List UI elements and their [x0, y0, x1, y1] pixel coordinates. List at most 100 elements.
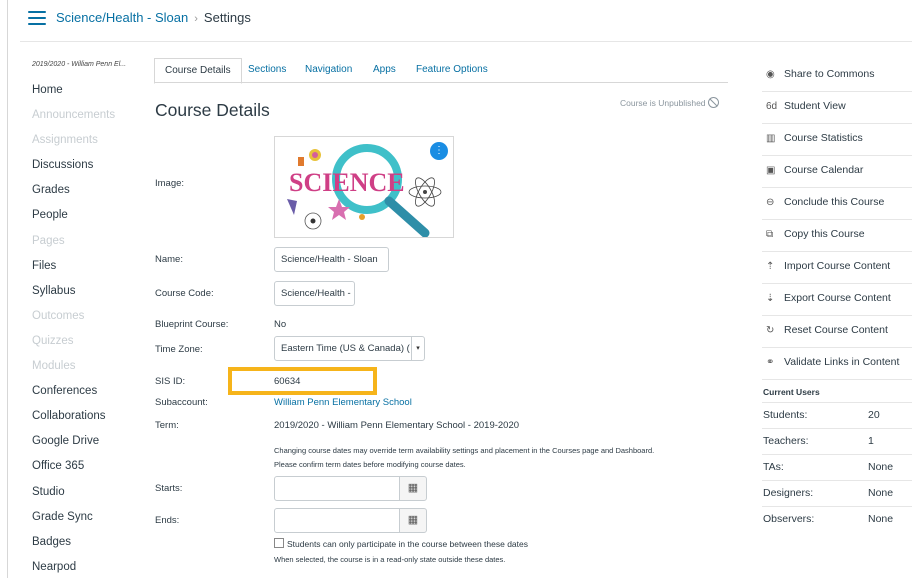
nav-item-discussions[interactable]: Discussions: [32, 158, 142, 183]
current-users-row: Students: 20: [762, 402, 912, 428]
course-code-label: Course Code:: [155, 288, 214, 299]
term-note-line-1: Changing course dates may override term …: [274, 446, 655, 455]
nav-item-pages[interactable]: Pages: [32, 234, 142, 259]
user-count: None: [868, 487, 894, 499]
nav-item-syllabus[interactable]: Syllabus: [32, 284, 142, 309]
restrict-dates-option[interactable]: Students can only participate in the cou…: [274, 537, 528, 551]
time-zone-select[interactable]: Eastern Time (US & Canada) ( ▾: [274, 336, 425, 361]
blueprint-label: Blueprint Course:: [155, 319, 229, 330]
image-text: SCIENCE: [289, 168, 405, 197]
breadcrumb: Science/Health - Sloan › Settings: [56, 10, 251, 25]
share-to-commons-button[interactable]: ◉ Share to Commons: [762, 60, 912, 92]
export-course-content-icon: ⇣: [766, 293, 775, 304]
tab-sections[interactable]: Sections: [248, 58, 286, 82]
image-label: Image:: [155, 178, 185, 189]
user-role: Students:: [763, 409, 808, 421]
nav-item-outcomes[interactable]: Outcomes: [32, 309, 142, 334]
science-illustration-icon: SCIENCE: [287, 144, 442, 237]
validate-links-in-content-button[interactable]: ⚭ Validate Links in Content: [762, 348, 912, 380]
hamburger-menu-icon[interactable]: [28, 11, 46, 25]
copy-this-course-button[interactable]: ⧉ Copy this Course: [762, 220, 912, 252]
name-input[interactable]: Science/Health - Sloan: [274, 247, 389, 272]
current-users-table: Students: 20 Teachers: 1 TAs: None Designers: N…: [762, 402, 912, 532]
reset-course-content-icon: ↻: [766, 325, 775, 336]
nav-item-people[interactable]: People: [32, 208, 142, 233]
user-count: None: [868, 461, 894, 473]
tab-apps[interactable]: Apps: [373, 58, 396, 82]
subaccount-link[interactable]: William Penn Elementary School: [274, 397, 412, 408]
course-navigation: Home Announcements Assignments Discussions G…: [32, 83, 142, 585]
reset-course-content-button[interactable]: ↻ Reset Course Content: [762, 316, 912, 348]
chevron-down-icon: ▾: [411, 337, 424, 360]
conclude-this-course-button[interactable]: ⊖ Conclude this Course: [762, 188, 912, 220]
page-title: Course Details: [155, 100, 270, 120]
current-users-row: Observers: None: [762, 506, 912, 532]
term-note-line-2: Please confirm term dates before modifyi…: [274, 460, 466, 469]
user-role: Teachers:: [763, 435, 809, 447]
nav-item-quizzes[interactable]: Quizzes: [32, 334, 142, 359]
sidebar-button-label: Course Calendar: [784, 164, 864, 176]
start-date-input[interactable]: [274, 476, 400, 501]
nav-item-announcements[interactable]: Announcements: [32, 108, 142, 133]
nav-item-conferences[interactable]: Conferences: [32, 384, 142, 409]
current-users-row: TAs: None: [762, 454, 912, 480]
blueprint-value: No: [274, 319, 287, 330]
nav-item-home[interactable]: Home: [32, 83, 142, 108]
tabs-divider: [154, 82, 728, 83]
breadcrumb-separator-icon: ›: [194, 13, 198, 25]
end-calendar-icon[interactable]: ▦: [399, 508, 427, 533]
image-menu-button[interactable]: ⋮: [430, 142, 448, 160]
tab-navigation[interactable]: Navigation: [305, 58, 352, 82]
breadcrumb-course-link[interactable]: Science/Health - Sloan: [56, 10, 188, 25]
course-actions-sidebar: ◉ Share to Commons 6d Student View ▥ Course S…: [762, 60, 912, 380]
user-count: 1: [868, 435, 874, 447]
sidebar-button-label: Import Course Content: [784, 260, 891, 272]
name-label: Name:: [155, 254, 183, 265]
course-calendar-button[interactable]: ▣ Course Calendar: [762, 156, 912, 188]
course-calendar-icon: ▣: [766, 165, 776, 176]
tab-feature-options[interactable]: Feature Options: [416, 58, 488, 82]
starts-label: Starts:: [155, 483, 183, 494]
header-divider: [20, 41, 912, 42]
term-label: Term:: [155, 420, 179, 431]
user-role: Observers:: [763, 513, 815, 525]
left-edge-divider: [7, 0, 8, 578]
course-statistics-icon: ▥: [766, 133, 776, 144]
subaccount-label: Subaccount:: [155, 397, 208, 408]
end-date-input[interactable]: [274, 508, 400, 533]
course-code-input[interactable]: Science/Health -: [274, 281, 355, 306]
term-note: Changing course dates may override term …: [274, 444, 744, 472]
term-value: 2019/2020 - William Penn Elementary Scho…: [274, 420, 520, 431]
nav-item-files[interactable]: Files: [32, 259, 142, 284]
sidebar-button-label: Share to Commons: [784, 68, 875, 80]
nav-item-badges[interactable]: Badges: [32, 535, 142, 560]
export-course-content-button[interactable]: ⇣ Export Course Content: [762, 284, 912, 316]
course-image[interactable]: SCIENCE: [274, 136, 454, 238]
nav-item-collaborations[interactable]: Collaborations: [32, 409, 142, 434]
copy-this-course-icon: ⧉: [766, 229, 774, 240]
nav-item-nearpod[interactable]: Nearpod: [32, 560, 142, 585]
course-statistics-button[interactable]: ▥ Course Statistics: [762, 124, 912, 156]
ends-label: Ends:: [155, 515, 180, 526]
nav-item-grade-sync[interactable]: Grade Sync: [32, 510, 142, 535]
conclude-this-course-icon: ⊖: [766, 197, 775, 208]
tab-course-details[interactable]: Course Details: [154, 58, 242, 84]
student-view-button[interactable]: 6d Student View: [762, 92, 912, 124]
user-count: 20: [868, 409, 880, 421]
nav-item-office-365[interactable]: Office 365: [32, 459, 142, 484]
nav-item-studio[interactable]: Studio: [32, 485, 142, 510]
nav-item-grades[interactable]: Grades: [32, 183, 142, 208]
nav-item-modules[interactable]: Modules: [32, 359, 142, 384]
restrict-dates-label: Students can only participate in the cou…: [287, 539, 528, 549]
current-users-title: Current Users: [763, 387, 820, 397]
publish-status[interactable]: Course is Unpublished: [620, 97, 719, 108]
start-calendar-icon[interactable]: ▦: [399, 476, 427, 501]
breadcrumb-current: Settings: [203, 10, 251, 25]
user-role: Designers:: [763, 487, 814, 499]
sis-id-label: SIS ID:: [155, 376, 186, 387]
import-course-content-button[interactable]: ⇡ Import Course Content: [762, 252, 912, 284]
nav-item-assignments[interactable]: Assignments: [32, 133, 142, 158]
current-users-row: Teachers: 1: [762, 428, 912, 454]
nav-item-google-drive[interactable]: Google Drive: [32, 434, 142, 459]
restrict-dates-checkbox[interactable]: [274, 538, 284, 548]
